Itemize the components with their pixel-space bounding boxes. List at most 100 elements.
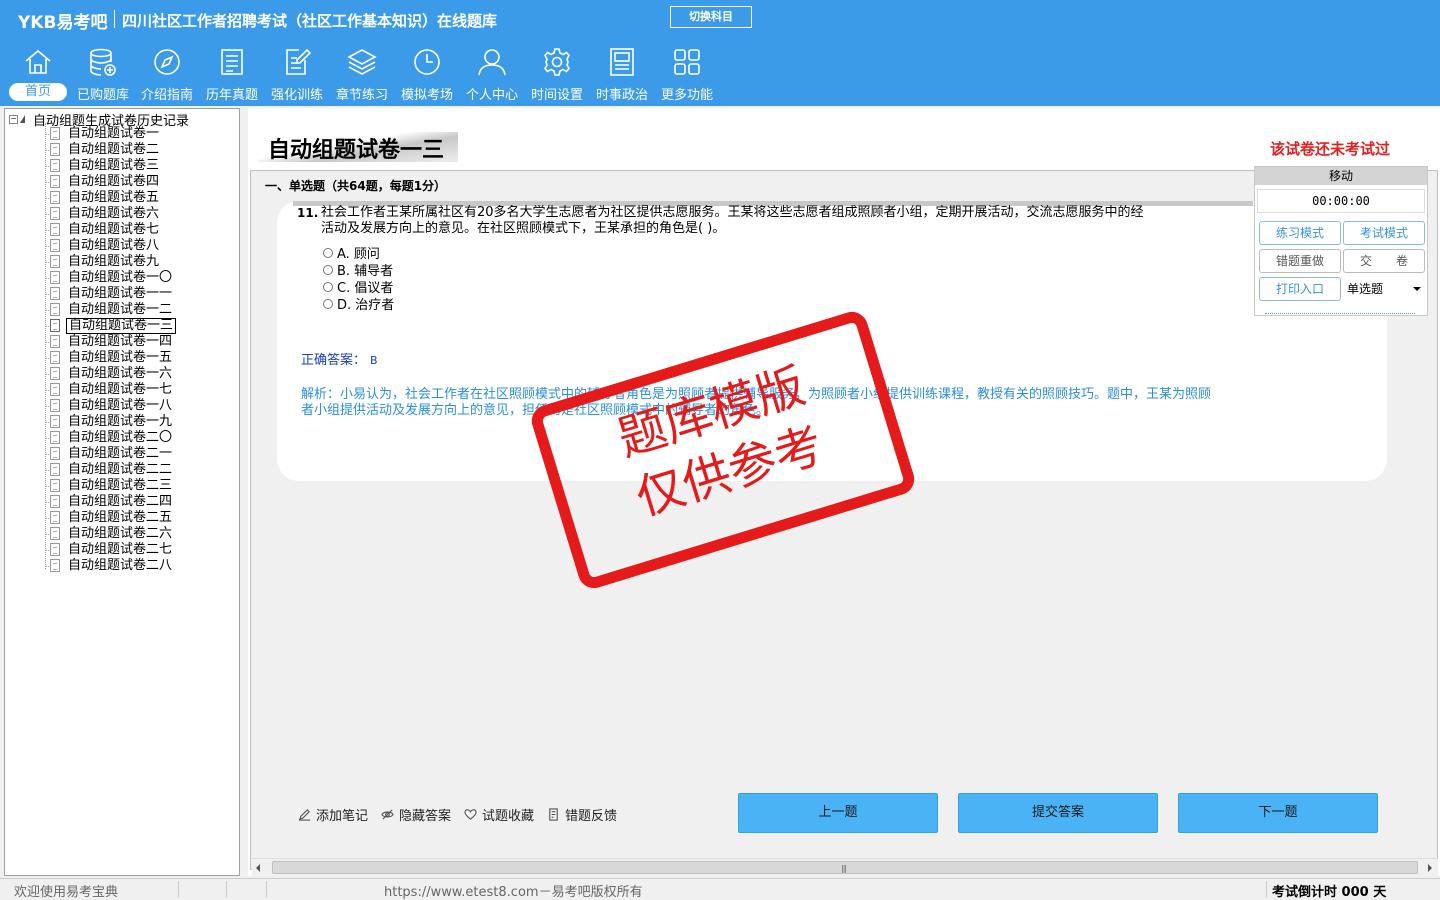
nav-label: 章节练习: [335, 88, 388, 103]
question-type-select[interactable]: 单选题: [1343, 277, 1427, 301]
nav-chapter-practice[interactable]: 章节练习: [329, 46, 395, 104]
tree-item[interactable]: 自动组题试卷二: [5, 142, 239, 158]
document-icon: [50, 351, 60, 364]
tree-item[interactable]: 自动组题试卷五: [5, 190, 239, 206]
tree-item-label: 自动组题试卷二七: [68, 542, 173, 557]
tree-item[interactable]: 自动组题试卷一二: [5, 302, 239, 318]
document-icon: [50, 191, 60, 204]
status-divider: [178, 881, 179, 897]
tree-item[interactable]: 自动组题试卷一〇: [5, 270, 239, 286]
tree-item[interactable]: 自动组题试卷一四: [5, 334, 239, 350]
document-icon: [50, 159, 60, 172]
tree-item[interactable]: 自动组题试卷二〇: [5, 430, 239, 446]
submit-paper-button[interactable]: 交 卷: [1343, 249, 1425, 273]
tree-item[interactable]: 自动组题试卷一: [5, 126, 239, 142]
tree-item[interactable]: 自动组题试卷二三: [5, 478, 239, 494]
move-handle[interactable]: 移动: [1255, 167, 1427, 185]
tree-item[interactable]: 自动组题试卷一五: [5, 350, 239, 366]
redo-wrong-button[interactable]: 错题重做: [1259, 249, 1341, 273]
document-icon: [50, 559, 60, 572]
hide-answer-button[interactable]: 隐藏答案: [381, 805, 451, 824]
tree-connector: [45, 374, 49, 375]
scroll-left-icon[interactable]: [256, 864, 260, 872]
tree-item[interactable]: 自动组题试卷一九: [5, 414, 239, 430]
print-button[interactable]: 打印入口: [1259, 277, 1341, 301]
tree-root[interactable]: − 自动组题生成试卷历史记录: [9, 111, 189, 129]
tree-item[interactable]: 自动组题试卷一七: [5, 382, 239, 398]
tree-item-label: 自动组题试卷二八: [68, 558, 173, 573]
nav-guide[interactable]: 介绍指南: [134, 46, 200, 104]
submit-answer-button[interactable]: 提交答案: [958, 793, 1158, 833]
document-icon: [50, 287, 60, 300]
tree-item[interactable]: 自动组题试卷一六: [5, 366, 239, 382]
tree-item[interactable]: 自动组题试卷一八: [5, 398, 239, 414]
tool-label: 隐藏答案: [399, 809, 452, 824]
tree-item[interactable]: 自动组题试卷二六: [5, 526, 239, 542]
tree-item-label: 自动组题试卷一七: [68, 382, 173, 397]
analysis-line: 者小组提供活动及发展方向上的意见，担任的是社区照顾模式中的辅导者的角色。: [301, 403, 770, 418]
nav-current-affairs[interactable]: 时事政治: [589, 46, 655, 104]
tree-item[interactable]: 自动组题试卷八: [5, 238, 239, 254]
chevron-down-icon[interactable]: [1413, 287, 1421, 291]
list-doc-icon: [221, 49, 243, 75]
status-bar: 欢迎使用易考宝典 https://www.etest8.com－易考吧版权所有 …: [0, 878, 1440, 900]
exam-mode-button[interactable]: 考试模式: [1343, 221, 1425, 245]
tree-connector: [45, 198, 49, 199]
gear-icon: [544, 48, 570, 76]
tree-item[interactable]: 自动组题试卷二一: [5, 446, 239, 462]
add-note-button[interactable]: 添加笔记: [298, 805, 368, 824]
horizontal-scrollbar[interactable]: |||: [252, 858, 1438, 876]
option-d[interactable]: D. 治疗者: [323, 294, 394, 313]
scroll-right-icon[interactable]: [1428, 864, 1432, 872]
tree-connector: [45, 134, 49, 135]
tree-connector: [45, 342, 49, 343]
tree-item[interactable]: 自动组题试卷一三: [5, 318, 239, 334]
tree-item[interactable]: 自动组题试卷二二: [5, 462, 239, 478]
radio-icon[interactable]: [323, 281, 333, 292]
layers-icon: [347, 49, 377, 75]
feedback-button[interactable]: 错题反馈: [547, 805, 617, 824]
tree-item-label: 自动组题试卷二四: [68, 494, 173, 509]
nav-mock-exam[interactable]: 模拟考场: [394, 46, 460, 104]
tree-item[interactable]: 自动组题试卷六: [5, 206, 239, 222]
collapse-icon[interactable]: −: [9, 114, 18, 124]
paper-status: 该试卷还未考试过: [1270, 140, 1391, 158]
favorite-button[interactable]: 试题收藏: [464, 805, 534, 824]
tree-item[interactable]: 自动组题试卷二八: [5, 558, 239, 574]
scroll-thumb[interactable]: |||: [272, 861, 1418, 874]
nav-intensive[interactable]: 强化训练: [264, 46, 330, 104]
tree-item[interactable]: 自动组题试卷七: [5, 222, 239, 238]
nav-home[interactable]: 首页: [5, 46, 71, 104]
newspaper-icon: [610, 48, 634, 76]
tree-item[interactable]: 自动组题试卷九: [5, 254, 239, 270]
radio-icon[interactable]: [323, 264, 333, 275]
radio-icon[interactable]: [323, 247, 333, 258]
prev-question-button[interactable]: 上一题: [738, 793, 938, 833]
tree-list: 自动组题试卷一 自动组题试卷二 自动组题试卷三 自动组题试卷四 自动组题试卷五 自动组题试…: [5, 126, 239, 574]
tree-connector: [45, 358, 49, 359]
document-icon: [50, 415, 60, 428]
nav-personal-center[interactable]: 个人中心: [459, 46, 525, 104]
grid-icon: [674, 49, 700, 75]
tree-item[interactable]: 自动组题试卷四: [5, 174, 239, 190]
tree-item[interactable]: 自动组题试卷二五: [5, 510, 239, 526]
tree-item[interactable]: 自动组题试卷二四: [5, 494, 239, 510]
tree-connector: [45, 278, 49, 279]
tree-connector: [45, 518, 49, 519]
next-question-button[interactable]: 下一题: [1178, 793, 1378, 833]
switch-subject-button[interactable]: 切换科目: [670, 6, 752, 28]
tree-item[interactable]: 自动组题试卷三: [5, 158, 239, 174]
nav-more-features[interactable]: 更多功能: [654, 46, 720, 104]
report-icon: [549, 808, 558, 821]
nav-label: 强化训练: [270, 88, 323, 103]
tree-connector: [45, 470, 49, 471]
nav-past-papers[interactable]: 历年真题: [199, 46, 265, 104]
radio-icon[interactable]: [323, 298, 333, 309]
database-add-icon: [90, 48, 116, 76]
answer-label: 正确答案：: [301, 353, 367, 368]
nav-purchased[interactable]: 已购题库: [70, 46, 136, 104]
practice-mode-button[interactable]: 练习模式: [1259, 221, 1341, 245]
tree-item[interactable]: 自动组题试卷二七: [5, 542, 239, 558]
nav-time-settings[interactable]: 时间设置: [524, 46, 590, 104]
tree-item[interactable]: 自动组题试卷一一: [5, 286, 239, 302]
